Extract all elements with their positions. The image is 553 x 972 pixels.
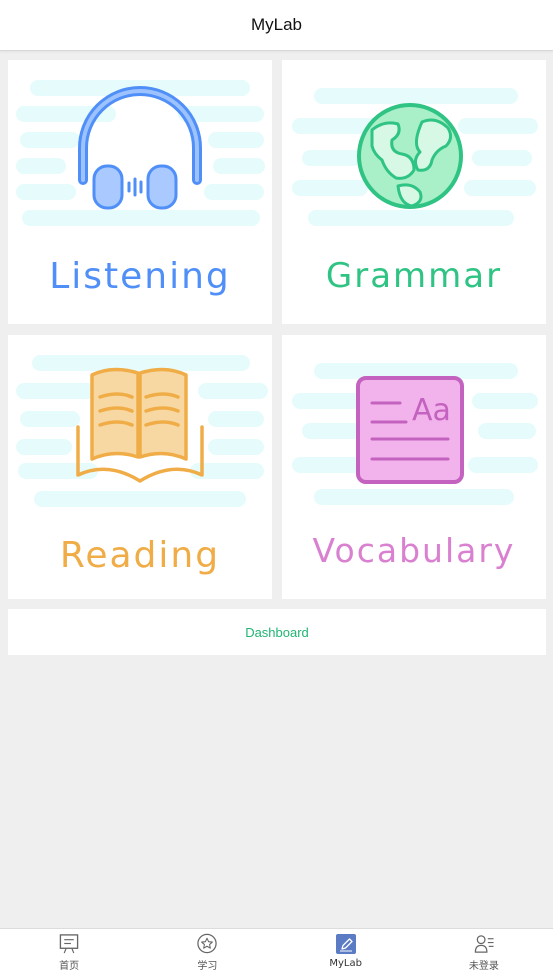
app-header: MyLab: [0, 0, 553, 51]
presentation-board-icon: [59, 934, 79, 954]
open-book-icon: [76, 367, 204, 483]
user-list-icon: [474, 935, 494, 953]
reading-card[interactable]: Reading: [8, 335, 272, 599]
headphones-icon: [78, 86, 202, 210]
grammar-card[interactable]: Grammar: [282, 60, 546, 324]
vocabulary-label: Vocabulary: [312, 531, 516, 570]
reading-label: Reading: [59, 535, 221, 576]
bottom-tab-bar: 首页 学习 MyLab 未登录: [0, 928, 553, 972]
pencil-square-icon: [335, 934, 356, 954]
page-title: MyLab: [250, 15, 303, 34]
grammar-label: Grammar: [325, 256, 503, 296]
listening-label: Listening: [49, 256, 231, 297]
tab-home-label: 首页: [59, 961, 80, 972]
dashboard-label: Dashboard: [245, 624, 309, 640]
dashboard-button[interactable]: Dashboard: [8, 609, 546, 655]
tab-mylab-label: MyLab: [329, 958, 362, 969]
tab-study-label: 学习: [197, 961, 218, 972]
tab-account-label: 未登录: [468, 961, 499, 972]
tab-account[interactable]: 未登录: [415, 929, 553, 972]
tab-study[interactable]: 学习: [138, 929, 276, 972]
listening-card[interactable]: Listening: [8, 60, 272, 324]
vocabulary-card[interactable]: Aa Vocabulary: [282, 335, 546, 599]
dictionary-icon-text: Aa: [412, 393, 451, 428]
star-circle-icon: [197, 933, 218, 954]
tab-mylab[interactable]: MyLab: [277, 929, 415, 972]
globe-icon: [357, 103, 463, 209]
tab-home[interactable]: 首页: [0, 929, 138, 972]
